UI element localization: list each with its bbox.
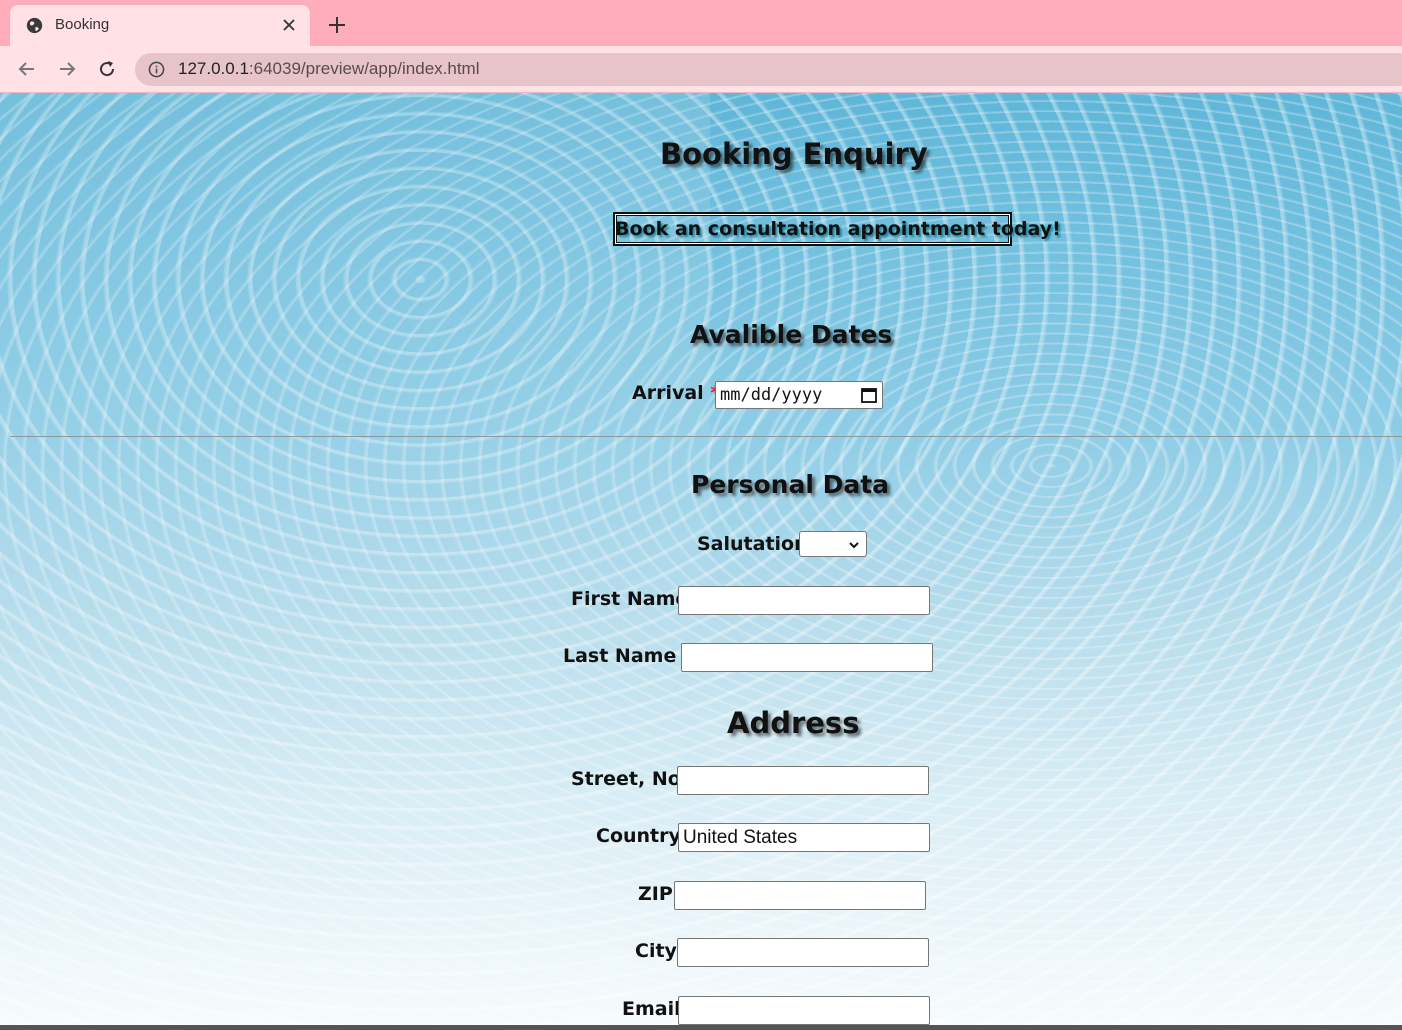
country-label: Country — [596, 825, 681, 847]
last-name-input[interactable] — [681, 643, 933, 672]
url-path: :64039/preview/app/index.html — [248, 59, 480, 78]
tab-strip: Booking — [0, 0, 1402, 46]
zip-input[interactable] — [674, 881, 926, 910]
book-consultation-button[interactable]: Book an consultation appointment today! — [613, 212, 1061, 246]
reload-icon[interactable] — [96, 58, 118, 80]
first-name-label: First Name — [571, 588, 689, 610]
back-arrow-icon[interactable] — [16, 58, 38, 80]
url-text: 127.0.0.1:64039/preview/app/index.html — [178, 59, 480, 79]
address-heading: Address — [727, 706, 860, 740]
salutation-label: Salutation — [697, 533, 808, 555]
calendar-icon[interactable] — [860, 386, 878, 404]
zip-label: ZIP — [638, 883, 673, 905]
city-input[interactable] — [677, 938, 929, 967]
last-name-label-text: Last Name — [563, 645, 677, 667]
arrival-date-input[interactable]: mm/dd/yyyy — [715, 381, 883, 409]
url-host: 127.0.0.1 — [178, 59, 249, 78]
email-input[interactable] — [678, 996, 930, 1025]
street-input[interactable] — [677, 766, 929, 795]
last-name-label: Last Name * — [563, 645, 693, 667]
chevron-down-icon — [849, 542, 859, 549]
forward-arrow-icon[interactable] — [56, 58, 78, 80]
email-label: Email — [622, 998, 681, 1020]
address-bar[interactable]: 127.0.0.1:64039/preview/app/index.html — [135, 53, 1402, 86]
browser-tab[interactable]: Booking — [10, 5, 310, 46]
arrival-date-placeholder: mm/dd/yyyy — [720, 385, 823, 405]
section-divider — [10, 436, 1402, 437]
personal-data-heading: Personal Data — [691, 470, 890, 499]
globe-icon — [26, 17, 43, 34]
tab-title: Booking — [55, 16, 110, 33]
page-viewport: Booking Enquiry Book an consultation app… — [0, 93, 1402, 1025]
first-name-input[interactable] — [678, 586, 930, 615]
new-tab-plus-icon[interactable] — [326, 14, 348, 36]
arrival-label: Arrival * — [632, 382, 720, 404]
arrival-label-text: Arrival — [632, 382, 704, 404]
site-info-icon[interactable] — [148, 61, 165, 78]
browser-toolbar: 127.0.0.1:64039/preview/app/index.html — [0, 46, 1402, 93]
page-title: Booking Enquiry — [660, 137, 928, 171]
window-bottom-edge — [0, 1025, 1402, 1030]
close-icon[interactable] — [280, 16, 298, 34]
city-label: City — [635, 940, 677, 962]
salutation-select[interactable] — [799, 531, 867, 557]
street-label: Street, No. — [571, 768, 688, 790]
dates-heading: Avalible Dates — [690, 320, 893, 349]
country-input[interactable] — [678, 823, 930, 852]
